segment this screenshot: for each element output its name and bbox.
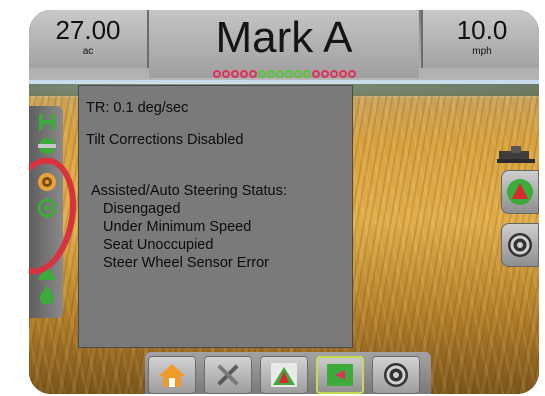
lightbar-dot [347,70,356,78]
home-icon [159,364,185,387]
speed-readout[interactable]: 10.0 mph [421,10,539,68]
lightbar-dot [239,70,248,78]
lightbar-dot [248,70,257,78]
boom-status-icon[interactable] [37,112,57,132]
guidance-view-button[interactable] [260,356,308,394]
bottom-nav-bar [145,352,431,394]
lightbar-dot [329,70,338,78]
lightbar-dot [266,70,275,78]
status-item: Seat Unoccupied [103,237,214,253]
combine-harvester-icon [497,146,535,163]
speed-unit: mph [472,46,492,57]
lightbar-dot [293,70,302,78]
lightbar-dot [284,70,293,78]
gauge-icon [384,363,408,387]
droplet-icon[interactable] [37,284,57,304]
speed-value: 10.0 [456,15,508,45]
lightbar-dot [221,70,230,78]
tools-icon [217,364,239,386]
gauge-button[interactable] [372,356,420,394]
area-unit: ac [82,46,94,57]
tilt-status-text: Tilt Corrections Disabled [86,132,244,148]
screen-arrow-button[interactable] [501,170,539,214]
lightbar-dot [311,70,320,78]
device-screen: 27.00 ac Mark A 10.0 mph TR: 0.1 deg/sec… [29,10,539,394]
lightbar-dot [275,70,284,78]
field-map-button[interactable] [316,356,364,394]
field-map-icon [327,364,353,386]
steering-status-popup[interactable]: TR: 0.1 deg/sec Tilt Corrections Disable… [78,85,353,348]
status-item: Under Minimum Speed [103,219,252,235]
section-icon[interactable] [37,136,57,156]
job-title: Mark A [215,13,353,62]
lightbar-dot [302,70,311,78]
screen-arrow-icon [507,179,533,205]
guidance-view-icon [271,363,297,387]
lightbar-dot [230,70,239,78]
view-orbit-icon [508,233,532,257]
area-value: 27.00 [55,15,121,45]
view-orbit-button[interactable] [501,223,539,267]
status-heading: Assisted/Auto Steering Status: [91,183,287,199]
home-button[interactable] [148,356,196,394]
status-item: Steer Wheel Sensor Error [103,255,270,271]
lightbar-dot [320,70,329,78]
status-item: Disengaged [103,201,181,217]
lightbar-dot [338,70,347,78]
job-title-panel[interactable]: Mark A [149,10,419,78]
turn-rate-text: TR: 0.1 deg/sec [86,100,189,116]
lightbar-dot [257,70,266,78]
area-readout[interactable]: 27.00 ac [29,10,149,68]
lightbar-dot [212,70,221,78]
top-status-bar: 27.00 ac Mark A 10.0 mph [29,10,539,80]
guidance-lightbar [199,70,369,80]
tools-button[interactable] [204,356,252,394]
